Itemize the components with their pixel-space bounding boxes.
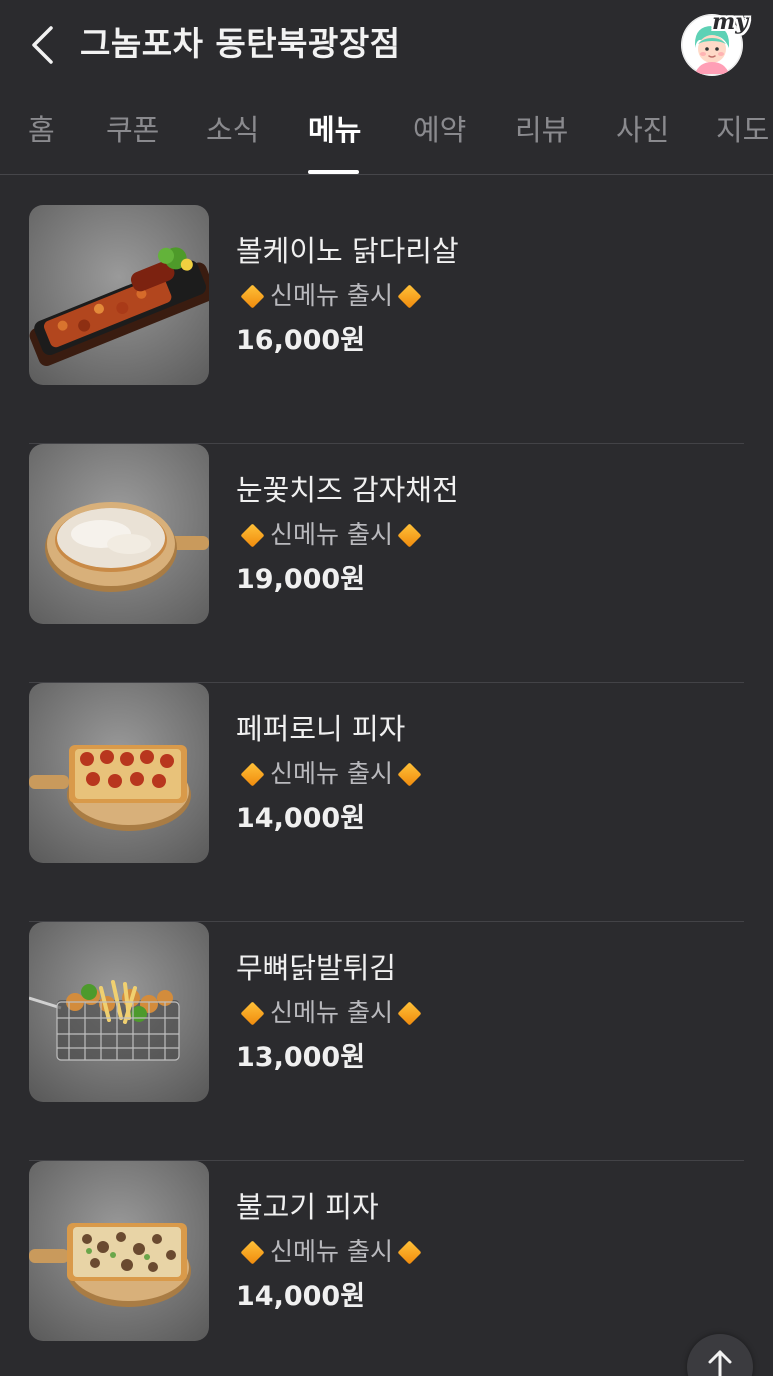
tab-review[interactable]: 리뷰 <box>515 110 568 150</box>
orange-diamond-icon <box>397 761 422 787</box>
menu-item-price: 19,000원 <box>236 564 366 595</box>
menu-image-cheese-pancake <box>29 444 209 624</box>
orange-diamond-icon <box>397 1239 422 1265</box>
tab-map[interactable]: 지도 <box>716 110 769 150</box>
menu-item-name: 무뼈닭발튀김 <box>236 951 397 985</box>
menu-item[interactable]: 페퍼로니 피자 신메뉴 출시 14,000원 <box>29 683 744 922</box>
arrow-up-icon <box>708 1350 732 1376</box>
menu-item-price: 16,000원 <box>236 325 366 356</box>
menu-item-name: 불고기 피자 <box>236 1190 379 1224</box>
chevron-left-icon <box>32 26 53 64</box>
menu-item[interactable]: 무뼈닭발튀김 신메뉴 출시 13,000원 <box>29 922 744 1161</box>
store-menu-page: 그놈포차 동탄북광장점 my 홈 쿠폰 소식 메뉴 예약 리뷰 사진 지도 볼케… <box>0 0 773 1376</box>
tab-reservation[interactable]: 예약 <box>413 110 466 150</box>
menu-item-name: 눈꽃치즈 감자채전 <box>236 473 459 507</box>
tab-home[interactable]: 홈 <box>28 110 55 150</box>
orange-diamond-icon <box>397 522 422 548</box>
menu-item[interactable]: 불고기 피자 신메뉴 출시 14,000원 <box>29 1161 744 1376</box>
menu-image-sizzling-chicken <box>29 205 209 385</box>
menu-item-desc: 신메뉴 출시 <box>236 279 427 313</box>
menu-item-desc-text: 신메뉴 출시 <box>270 998 393 1027</box>
app-header: 그놈포차 동탄북광장점 my <box>0 0 773 90</box>
orange-diamond-icon <box>240 1000 265 1026</box>
tab-photo[interactable]: 사진 <box>616 110 669 150</box>
tab-coupon[interactable]: 쿠폰 <box>106 110 159 150</box>
menu-item-desc-text: 신메뉴 출시 <box>270 281 393 310</box>
menu-item-price: 14,000원 <box>236 1281 366 1312</box>
menu-item-desc: 신메뉴 출시 <box>236 996 427 1030</box>
menu-item-name: 페퍼로니 피자 <box>236 712 406 746</box>
orange-diamond-icon <box>240 283 265 309</box>
orange-diamond-icon <box>397 1000 422 1026</box>
orange-diamond-icon <box>397 283 422 309</box>
menu-image-bulgogi-pizza <box>29 1161 209 1341</box>
menu-item[interactable]: 눈꽃치즈 감자채전 신메뉴 출시 19,000원 <box>29 444 744 683</box>
back-button[interactable] <box>22 22 62 68</box>
active-tab-indicator <box>308 170 359 174</box>
menu-item-desc: 신메뉴 출시 <box>236 757 427 791</box>
menu-item[interactable]: 볼케이노 닭다리살 신메뉴 출시 16,000원 <box>29 205 744 444</box>
menu-item-desc-text: 신메뉴 출시 <box>270 759 393 788</box>
menu-item-desc: 신메뉴 출시 <box>236 518 427 552</box>
menu-item-name: 볼케이노 닭다리살 <box>236 234 459 268</box>
tab-news[interactable]: 소식 <box>206 110 259 150</box>
orange-diamond-icon <box>240 1239 265 1265</box>
menu-item-desc-text: 신메뉴 출시 <box>270 1237 393 1266</box>
tab-menu[interactable]: 메뉴 <box>308 110 361 150</box>
menu-item-desc-text: 신메뉴 출시 <box>270 520 393 549</box>
menu-item-price: 13,000원 <box>236 1042 366 1073</box>
orange-diamond-icon <box>240 761 265 787</box>
menu-image-pepperoni-pizza <box>29 683 209 863</box>
menu-image-fried-chicken-feet <box>29 922 209 1102</box>
page-title: 그놈포차 동탄북광장점 <box>80 24 401 63</box>
menu-item-price: 14,000원 <box>236 803 366 834</box>
store-tab-bar: 홈 쿠폰 소식 메뉴 예약 리뷰 사진 지도 <box>0 96 773 175</box>
my-badge: my <box>712 9 749 35</box>
orange-diamond-icon <box>240 522 265 548</box>
menu-item-desc: 신메뉴 출시 <box>236 1235 427 1269</box>
